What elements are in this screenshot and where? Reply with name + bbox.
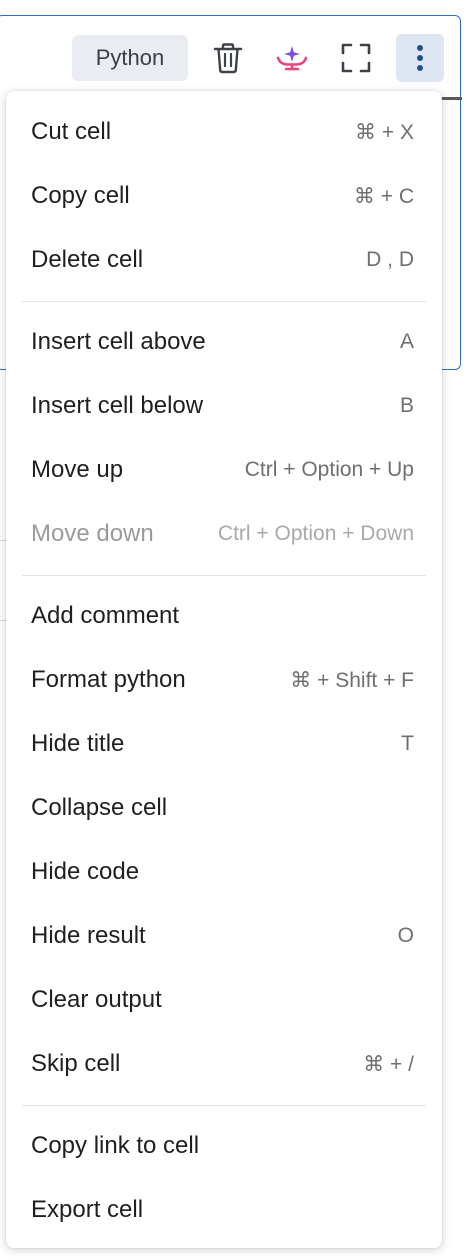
menu-item-label: Copy cell [31,182,130,209]
menu-item-hide-title[interactable]: Hide title T [6,712,442,776]
menu-item-label: Collapse cell [31,794,168,821]
menu-item-label: Move up [31,456,124,483]
cell-toolbar: Python [72,34,444,82]
menu-item-label: Hide code [31,858,140,885]
menu-item-hide-code[interactable]: Hide code [6,840,442,904]
menu-item-shortcut: ⌘ + X [355,120,414,144]
cell-edge-marker [440,97,462,100]
menu-item-insert-cell-above[interactable]: Insert cell above A [6,310,442,374]
menu-item-label: Move down [31,520,154,547]
menu-item-shortcut: ⌘ + / [363,1052,414,1076]
menu-item-label: Format python [31,666,186,693]
menu-item-label: Cut cell [31,118,112,145]
menu-item-copy-link-to-cell[interactable]: Copy link to cell [6,1114,442,1178]
menu-separator [6,566,442,584]
menu-item-label: Copy link to cell [31,1132,200,1159]
menu-item-collapse-cell[interactable]: Collapse cell [6,776,442,840]
menu-item-skip-cell[interactable]: Skip cell ⌘ + / [6,1032,442,1096]
menu-item-cut-cell[interactable]: Cut cell ⌘ + X [6,100,442,164]
menu-item-move-down: Move down Ctrl + Option + Down [6,502,442,566]
kebab-menu-icon [415,43,425,73]
menu-item-export-cell[interactable]: Export cell [6,1178,442,1242]
menu-item-label: Export cell [31,1196,144,1223]
menu-item-label: Insert cell below [31,392,204,419]
menu-item-label: Hide title [31,730,125,757]
assistant-sparkle-icon [275,43,309,73]
delete-cell-button[interactable] [204,34,252,82]
cell-options-menu: Cut cell ⌘ + X Copy cell ⌘ + C Delete cell D … [6,91,442,1248]
menu-item-label: Clear output [31,986,162,1013]
menu-item-clear-output[interactable]: Clear output [6,968,442,1032]
menu-item-label: Skip cell [31,1050,121,1077]
trash-icon [213,42,243,74]
menu-item-insert-cell-below[interactable]: Insert cell below B [6,374,442,438]
menu-item-shortcut: Ctrl + Option + Up [244,458,414,481]
menu-item-hide-result[interactable]: Hide result O [6,904,442,968]
assistant-button[interactable] [268,34,316,82]
menu-separator [6,1096,442,1114]
menu-item-label: Hide result [31,922,146,949]
menu-item-move-up[interactable]: Move up Ctrl + Option + Up [6,438,442,502]
menu-item-shortcut: B [399,394,414,417]
fullscreen-icon [341,43,371,73]
menu-item-shortcut: O [397,924,414,947]
more-options-button[interactable] [396,34,444,82]
menu-item-delete-cell[interactable]: Delete cell D , D [6,228,442,292]
menu-item-add-comment[interactable]: Add comment [6,584,442,648]
language-selector[interactable]: Python [72,35,188,81]
menu-item-shortcut: ⌘ + Shift + F [290,668,414,692]
menu-separator [6,292,442,310]
menu-item-label: Delete cell [31,246,144,273]
menu-item-format-python[interactable]: Format python ⌘ + Shift + F [6,648,442,712]
menu-item-shortcut: T [401,732,414,755]
menu-item-copy-cell[interactable]: Copy cell ⌘ + C [6,164,442,228]
menu-item-shortcut: ⌘ + C [353,184,414,208]
menu-item-shortcut: Ctrl + Option + Down [217,522,414,545]
fullscreen-button[interactable] [332,34,380,82]
menu-item-label: Insert cell above [31,328,206,355]
menu-item-shortcut: D , D [366,248,414,271]
menu-item-label: Add comment [31,602,180,629]
menu-item-shortcut: A [399,330,414,353]
